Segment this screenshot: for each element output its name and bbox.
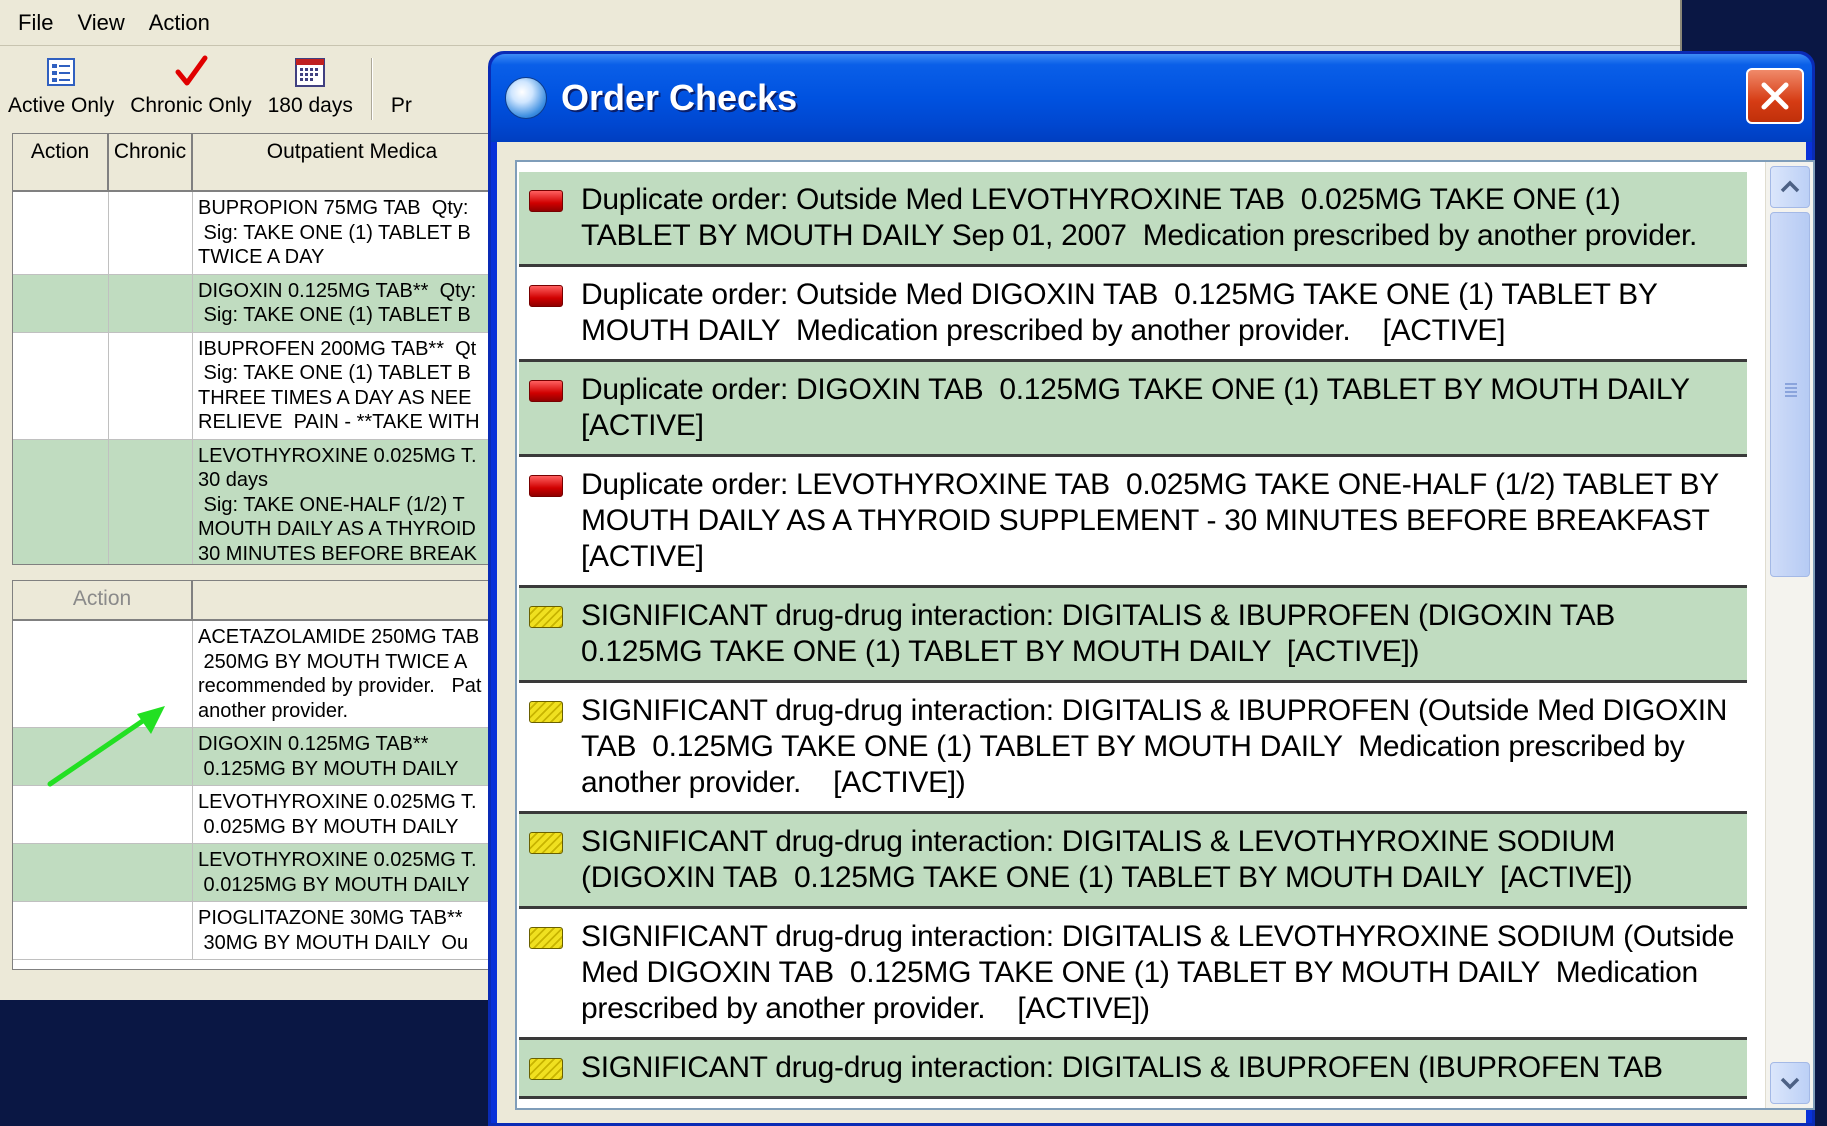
- medication-cell: LEVOTHYROXINE 0.025MG T. 0.025MG BY MOUT…: [198, 791, 477, 838]
- chronic-only-label: Chronic Only: [130, 94, 252, 117]
- medication-cell: BUPROPION 75MG TAB Qty: Sig: TAKE ONE (1…: [198, 197, 471, 268]
- high-severity-icon: [529, 380, 563, 402]
- menu-action[interactable]: Action: [149, 10, 210, 36]
- app-globe-icon: [505, 77, 547, 119]
- medication-cell: IBUPROFEN 200MG TAB** Qt Sig: TAKE ONE (…: [198, 337, 480, 434]
- menu-bar: File View Action: [0, 0, 1680, 46]
- list-item[interactable]: SIGNIFICANT drug-drug interaction: DIGIT…: [519, 1040, 1747, 1099]
- active-only-button[interactable]: Active Only: [0, 50, 122, 130]
- 180-days-label: 180 days: [267, 94, 353, 117]
- list-item[interactable]: Duplicate order: Outside Med LEVOTHYROXI…: [519, 172, 1747, 267]
- table-row[interactable]: DIGOXIN 0.125MG TAB** Qty: Sig: TAKE ONE…: [13, 274, 511, 333]
- order-checks-dialog: Order Checks Duplicate order: Outside Me…: [488, 51, 1815, 1126]
- chevron-down-icon: [1780, 1077, 1800, 1090]
- order-check-text: Duplicate order: Outside Med LEVOTHYROXI…: [581, 183, 1698, 252]
- table-row[interactable]: BUPROPION 75MG TAB Qty: Sig: TAKE ONE (1…: [13, 192, 511, 275]
- moderate-severity-icon: [529, 701, 563, 723]
- high-severity-icon: [529, 190, 563, 212]
- print-button[interactable]: Pr: [383, 50, 420, 130]
- table-row[interactable]: LEVOTHYROXINE 0.025MG T. 0.025MG BY MOUT…: [13, 786, 511, 844]
- moderate-severity-icon: [529, 927, 563, 949]
- order-check-text: SIGNIFICANT drug-drug interaction: DIGIT…: [581, 694, 1728, 799]
- medication-cell: DIGOXIN 0.125MG TAB** Qty: Sig: TAKE ONE…: [198, 279, 477, 327]
- order-check-text: SIGNIFICANT drug-drug interaction: DIGIT…: [581, 599, 1616, 668]
- moderate-severity-icon: [529, 832, 563, 854]
- medication-cell: LEVOTHYROXINE 0.025MG T. 0.0125MG BY MOU…: [198, 849, 477, 896]
- vertical-scrollbar[interactable]: [1765, 162, 1813, 1108]
- dialog-titlebar[interactable]: Order Checks: [491, 54, 1812, 142]
- checkmark-icon: [174, 54, 208, 90]
- outpatient-medications-grid: Action Chronic Outpatient Medica BUPROPI…: [12, 133, 512, 565]
- medication-cell: PIOGLITAZONE 30MG TAB** 30MG BY MOUTH DA…: [198, 907, 469, 954]
- calendar-icon: [294, 54, 326, 90]
- list-icon: [45, 54, 77, 90]
- close-icon: [1761, 82, 1789, 110]
- toolbar-separator: [370, 58, 373, 120]
- scroll-down-button[interactable]: [1770, 1062, 1810, 1104]
- order-check-text: Duplicate order: Outside Med DIGOXIN TAB…: [581, 278, 1658, 347]
- scroll-up-button[interactable]: [1770, 166, 1810, 208]
- list-item[interactable]: SIGNIFICANT drug-drug interaction: DIGIT…: [519, 588, 1747, 683]
- header-chronic[interactable]: Chronic: [109, 134, 193, 190]
- active-only-label: Active Only: [8, 94, 115, 117]
- order-check-text: Duplicate order: LEVOTHYROXINE TAB 0.025…: [581, 468, 1719, 573]
- high-severity-icon: [529, 475, 563, 497]
- table-row[interactable]: LEVOTHYROXINE 0.025MG T. 0.0125MG BY MOU…: [13, 844, 511, 902]
- table-row[interactable]: LEVOTHYROXINE 0.025MG T. 30 days Sig: TA…: [13, 439, 511, 565]
- chronic-only-button[interactable]: Chronic Only: [122, 50, 259, 130]
- header-blank: [193, 581, 511, 619]
- grid-header: Action: [13, 581, 511, 621]
- medication-cell: LEVOTHYROXINE 0.025MG T. 30 days Sig: TA…: [198, 444, 477, 565]
- close-button[interactable]: [1746, 68, 1804, 124]
- order-checks-items: Duplicate order: Outside Med LEVOTHYROXI…: [519, 172, 1747, 1099]
- order-check-text: Duplicate order: DIGOXIN TAB 0.125MG TAK…: [581, 373, 1690, 442]
- list-item[interactable]: Duplicate order: LEVOTHYROXINE TAB 0.025…: [519, 457, 1747, 588]
- list-item[interactable]: Duplicate order: Outside Med DIGOXIN TAB…: [519, 267, 1747, 362]
- medication-cell: ACETAZOLAMIDE 250MG TAB 250MG BY MOUTH T…: [198, 626, 482, 722]
- order-checks-list[interactable]: Duplicate order: Outside Med LEVOTHYROXI…: [515, 160, 1815, 1110]
- high-severity-icon: [529, 285, 563, 307]
- moderate-severity-icon: [529, 1058, 563, 1080]
- table-row[interactable]: IBUPROFEN 200MG TAB** Qt Sig: TAKE ONE (…: [13, 332, 511, 440]
- green-arrow-annotation: [47, 706, 165, 787]
- header-action[interactable]: Action: [13, 134, 109, 190]
- moderate-severity-icon: [529, 606, 563, 628]
- 180-days-button[interactable]: 180 days: [260, 50, 361, 130]
- dialog-client: Duplicate order: Outside Med LEVOTHYROXI…: [497, 142, 1815, 1123]
- table-row[interactable]: PIOGLITAZONE 30MG TAB** 30MG BY MOUTH DA…: [13, 902, 511, 960]
- dialog-title: Order Checks: [561, 77, 798, 118]
- header-outpatient-medications[interactable]: Outpatient Medica: [193, 134, 511, 190]
- scroll-thumb[interactable]: [1770, 212, 1810, 577]
- order-check-text: SIGNIFICANT drug-drug interaction: DIGIT…: [581, 825, 1633, 894]
- list-item[interactable]: Duplicate order: DIGOXIN TAB 0.125MG TAK…: [519, 362, 1747, 457]
- menu-file[interactable]: File: [18, 10, 53, 36]
- list-item[interactable]: SIGNIFICANT drug-drug interaction: DIGIT…: [519, 909, 1747, 1040]
- partial-icon: [396, 54, 406, 90]
- chevron-up-icon: [1780, 180, 1800, 193]
- menu-view[interactable]: View: [77, 10, 124, 36]
- order-check-text: SIGNIFICANT drug-drug interaction: DIGIT…: [581, 1051, 1663, 1084]
- print-label: Pr: [390, 94, 412, 117]
- order-check-text: SIGNIFICANT drug-drug interaction: DIGIT…: [581, 920, 1735, 1025]
- list-item[interactable]: SIGNIFICANT drug-drug interaction: DIGIT…: [519, 814, 1747, 909]
- list-item[interactable]: SIGNIFICANT drug-drug interaction: DIGIT…: [519, 683, 1747, 814]
- medication-cell: DIGOXIN 0.125MG TAB** 0.125MG BY MOUTH D…: [198, 733, 459, 780]
- scroll-grip-icon: [1785, 383, 1797, 399]
- header-action[interactable]: Action: [13, 581, 193, 619]
- grid-header: Action Chronic Outpatient Medica: [13, 134, 511, 192]
